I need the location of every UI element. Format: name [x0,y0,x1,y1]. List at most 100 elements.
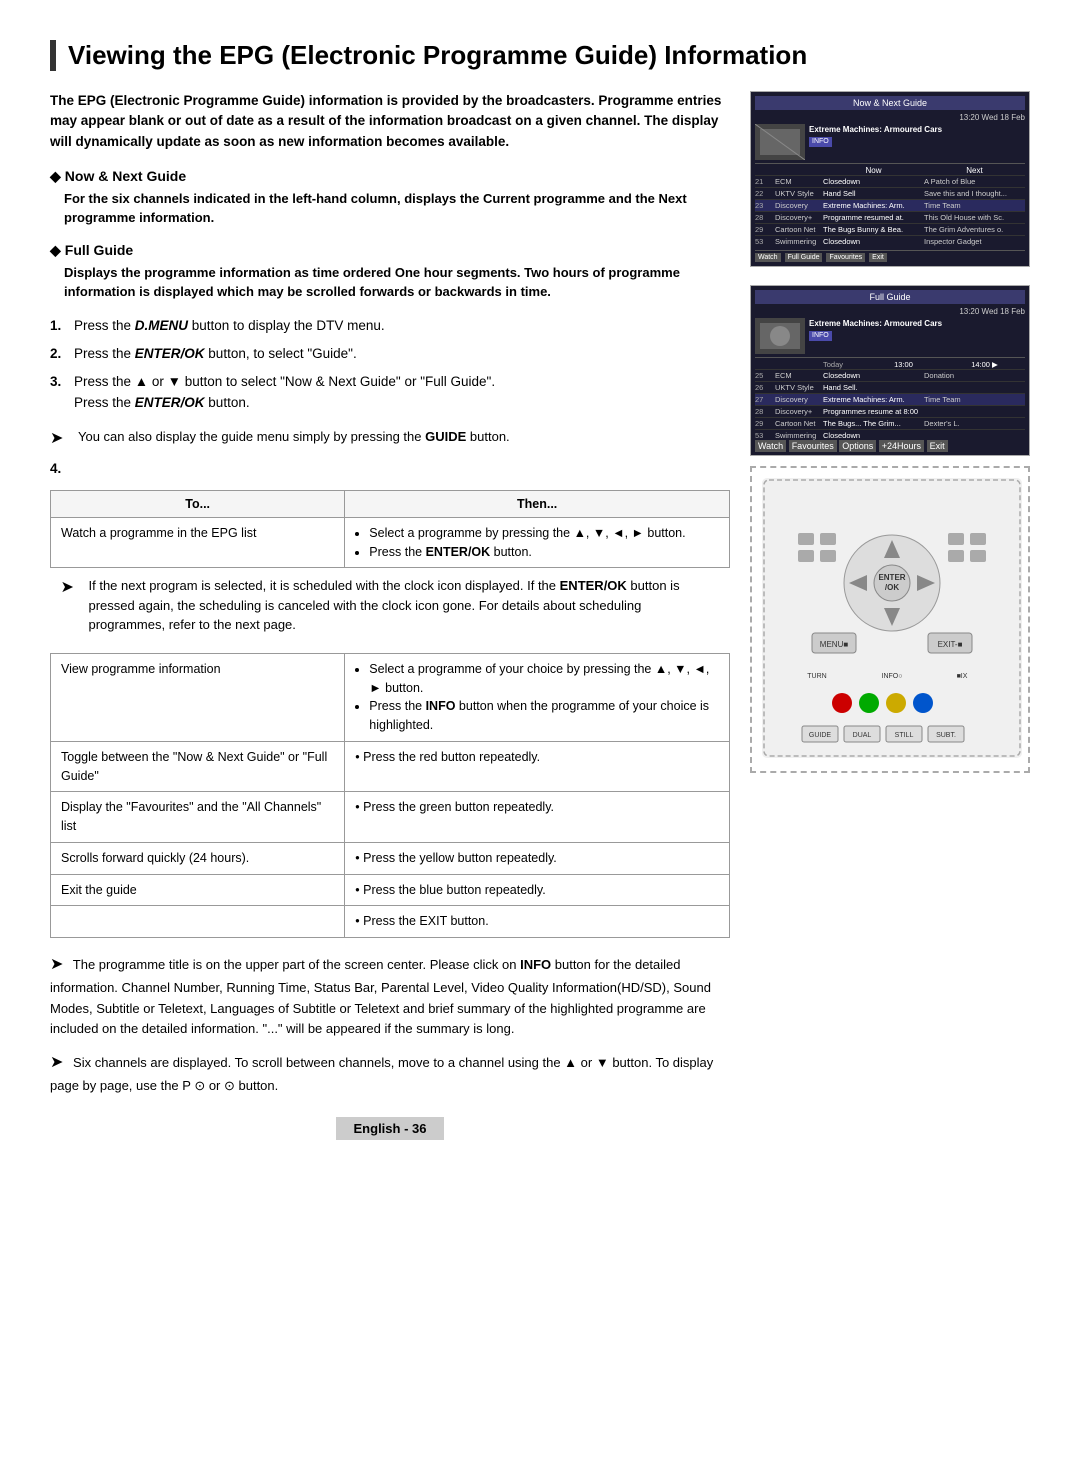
ch-num-21: 21 [755,177,775,186]
fg-row-28: 28 Discovery+ Programmes resume at 8:00 [755,405,1025,417]
table-cell-then-watch: Select a programme by pressing the ▲, ▼,… [345,517,730,568]
epg-row-21: 21 ECM Closedown A Patch of Blue [755,175,1025,187]
table-cell-then-scrollfwd: • Press the blue button repeatedly. [345,874,730,906]
fg-row-29: 29 Cartoon Net The Bugs... The Grim... D… [755,417,1025,429]
epg-now-next-thumb [755,124,805,160]
epg-header-next: Next [924,166,1025,175]
epg-full-guide-time-headers: Today 13:00 14:00 ▶ [755,357,1025,369]
ch-num-23: 23 [755,201,775,210]
bottom-note2-arrow-icon: ➤ [50,1054,63,1071]
guide-table: To... Then... Watch a programme in the E… [50,490,730,938]
prog-now-23: Extreme Machines: Arm. [823,201,924,210]
now-next-epg-screen: Now & Next Guide 13:20 Wed 18 Feb Extrem… [750,91,1030,267]
table-cell-to-fav: Display the "Favourites" and the "All Ch… [51,792,345,843]
epg-full-guide-thumb [755,318,805,354]
fg-footer-fav: Favourites [789,440,837,452]
epg-now-next-headers: Now Next [755,163,1025,175]
bottom-note1-arrow-icon: ➤ [50,956,63,973]
table-cell-to-scrollfwd: Exit the guide [51,874,345,906]
svg-text:INFO○: INFO○ [882,673,903,680]
table-cell-to-view: View programme information [51,653,345,741]
table-cell-then-exit: • Press the EXIT button. [345,906,730,938]
table-row-favourites: Display the "Favourites" and the "All Ch… [51,792,730,843]
ch-num-29: 29 [755,225,775,234]
fg-prog-27-1: Extreme Machines: Arm. [823,395,924,404]
ch-name-swim: Swimmering [775,237,823,246]
bottom-note-1: ➤ The programme title is on the upper pa… [50,952,730,1040]
epg-full-guide-badge: INFO [809,331,832,341]
svg-text:DUAL: DUAL [853,732,872,739]
prog-next-23: Time Team [924,201,1025,210]
prog-next-21: A Patch of Blue [924,177,1025,186]
ch-name-discovery-plus: Discovery+ [775,213,823,222]
table-cell-to-exit [51,906,345,938]
fg-footer-watch: Watch [755,440,786,452]
prog-now-22: Hand Sell [823,189,924,198]
fg-prog-29-2: Dexter's L. [924,419,1025,428]
epg-full-guide-info: Extreme Machines: Armoured Cars INFO [809,318,942,354]
epg-row-22: 22 UKTV Style Hand Sell Save this and I … [755,187,1025,199]
footer-full-guide: Full Guide [785,253,823,262]
fg-ch-name-swim: Swimmering [775,431,823,440]
svg-text:TURN: TURN [807,673,826,680]
fg-row-25: 25 ECM Closedown Donation [755,369,1025,381]
table-cell-to-watch: Watch a programme in the EPG list [51,517,345,568]
table-cell-then-view: Select a programme of your choice by pre… [345,653,730,741]
step-3-num: 3. [50,372,66,413]
prog-now-29: The Bugs Bunny & Bea. [823,225,924,234]
fg-footer-24h: +24Hours [879,440,924,452]
prog-now-21: Closedown [823,177,924,186]
ch-name-discovery: Discovery [775,201,823,210]
numbered-steps: 1. Press the D.MENU button to display th… [50,316,730,413]
prog-now-53: Closedown [823,237,924,246]
fg-prog-53-1: Closedown [823,431,924,440]
footer-favourites: Favourites [826,253,865,262]
epg-full-guide-top: Extreme Machines: Armoured Cars INFO [755,318,1025,354]
step-2-num: 2. [50,344,66,364]
table-cell-note: ➤ If the next program is selected, it is… [51,568,730,654]
footer-watch: Watch [755,253,781,262]
svg-text:STILL: STILL [895,732,914,739]
epg-now-next-info: Extreme Machines: Armoured Cars INFO [809,124,942,160]
fg-prog-25-2: Donation [924,371,1025,380]
table-cell-then-toggle: • Press the red button repeatedly. [345,741,730,792]
prog-next-29: The Grim Adventures o. [924,225,1025,234]
now-next-section: Now & Next Guide For the six channels in… [50,168,730,228]
step-4-block: 4. To... Then... Watch a programme in th… [50,461,730,938]
watch-step-2: Press the ENTER/OK button. [369,543,719,562]
table-cell-to-toggle: Toggle between the "Now & Next Guide" or… [51,741,345,792]
fg-prog-28-1: Programmes resume at 8:00 [823,407,924,416]
fg-prog-53-2 [924,431,1025,440]
page-title: Viewing the EPG (Electronic Programme Gu… [50,40,1030,71]
fg-prog-25-1: Closedown [823,371,924,380]
full-guide-section: Full Guide Displays the programme inform… [50,242,730,302]
prog-next-22: Save this and I thought... [924,189,1025,198]
svg-text:■IX: ■IX [957,673,968,680]
left-column: The EPG (Electronic Programme Guide) inf… [50,91,730,1139]
epg-row-29: 29 Cartoon Net The Bugs Bunny & Bea. The… [755,223,1025,235]
epg-now-next-title-bar: Now & Next Guide [755,96,1025,110]
prog-next-53: Inspector Gadget [924,237,1025,246]
fg-ch-name-ecm: ECM [775,371,823,380]
ch-name-uktv: UKTV Style [775,189,823,198]
ch-name-cartoon: Cartoon Net [775,225,823,234]
step-3: 3. Press the ▲ or ▼ button to select "No… [50,372,730,413]
fg-ch-num-26: 26 [755,383,775,392]
english-badge: English - 36 [336,1117,445,1140]
watch-step-1: Select a programme by pressing the ▲, ▼,… [369,524,719,543]
fg-ch-num-25: 25 [755,371,775,380]
prog-next-28: This Old House with Sc. [924,213,1025,222]
epg-header-now: Now [823,166,924,175]
fg-ch-num-27: 27 [755,395,775,404]
svg-text:/OK: /OK [885,583,899,592]
ch-name-ecm: ECM [775,177,823,186]
bottom-notes: ➤ The programme title is on the upper pa… [50,952,730,1096]
epg-full-guide-program: Extreme Machines: Armoured Cars [809,318,942,329]
step-1: 1. Press the D.MENU button to display th… [50,316,730,336]
step-1-text: Press the D.MENU button to display the D… [74,316,385,336]
epg-full-guide-title-bar: Full Guide [755,290,1025,304]
full-guide-title: Full Guide [50,242,730,259]
fg-ch-num-53: 53 [755,431,775,440]
step-3-text: Press the ▲ or ▼ button to select "Now &… [74,372,495,413]
col-then: Then... [345,490,730,517]
